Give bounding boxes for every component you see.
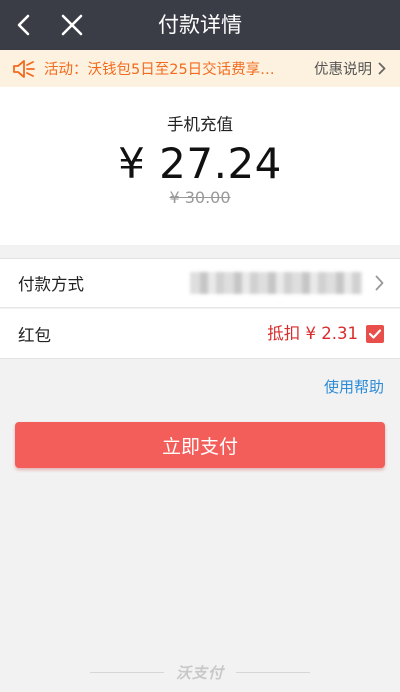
promotion-notice-bar[interactable]: 活动：沃钱包5日至25日交话费享… 优惠说明 bbox=[0, 50, 400, 87]
red-packet-deduction: 抵扣 ¥ 2.31 bbox=[267, 324, 358, 343]
close-button[interactable] bbox=[52, 5, 92, 45]
red-packet-row[interactable]: 红包 抵扣 ¥ 2.31 bbox=[0, 309, 400, 359]
top-navigation-bar: 付款详情 bbox=[0, 0, 400, 50]
discount-info-link[interactable]: 优惠说明 bbox=[314, 50, 386, 87]
back-button[interactable] bbox=[4, 5, 44, 45]
usage-help-link[interactable]: 使用帮助 bbox=[324, 376, 384, 397]
product-name: 手机充值 bbox=[167, 115, 233, 134]
chevron-right-icon bbox=[378, 62, 386, 75]
pay-now-button[interactable]: 立即支付 bbox=[15, 422, 385, 468]
close-icon bbox=[61, 14, 83, 36]
brand-logo-text: 沃支付 bbox=[175, 663, 224, 682]
payment-method-value-blurred bbox=[190, 272, 362, 294]
payment-summary: 手机充值 ¥ 27.24 ¥ 30.00 bbox=[0, 87, 400, 245]
chevron-left-icon bbox=[17, 14, 30, 36]
promotion-text: 活动：沃钱包5日至25日交话费享… bbox=[44, 62, 275, 78]
payment-method-row[interactable]: 付款方式 bbox=[0, 258, 400, 308]
chevron-right-icon bbox=[375, 275, 384, 295]
red-packet-label: 红包 bbox=[18, 325, 51, 345]
footer-divider-right bbox=[236, 671, 310, 673]
speaker-icon bbox=[12, 59, 36, 79]
payment-amount: ¥ 27.24 bbox=[118, 139, 282, 188]
original-amount: ¥ 30.00 bbox=[169, 188, 231, 207]
footer-divider-left bbox=[89, 671, 164, 673]
payment-method-label: 付款方式 bbox=[18, 275, 84, 294]
checkmark-icon bbox=[368, 329, 382, 339]
discount-info-label: 优惠说明 bbox=[314, 62, 372, 78]
footer-brand: 沃支付 bbox=[0, 660, 400, 684]
red-packet-checkbox[interactable] bbox=[366, 325, 384, 343]
